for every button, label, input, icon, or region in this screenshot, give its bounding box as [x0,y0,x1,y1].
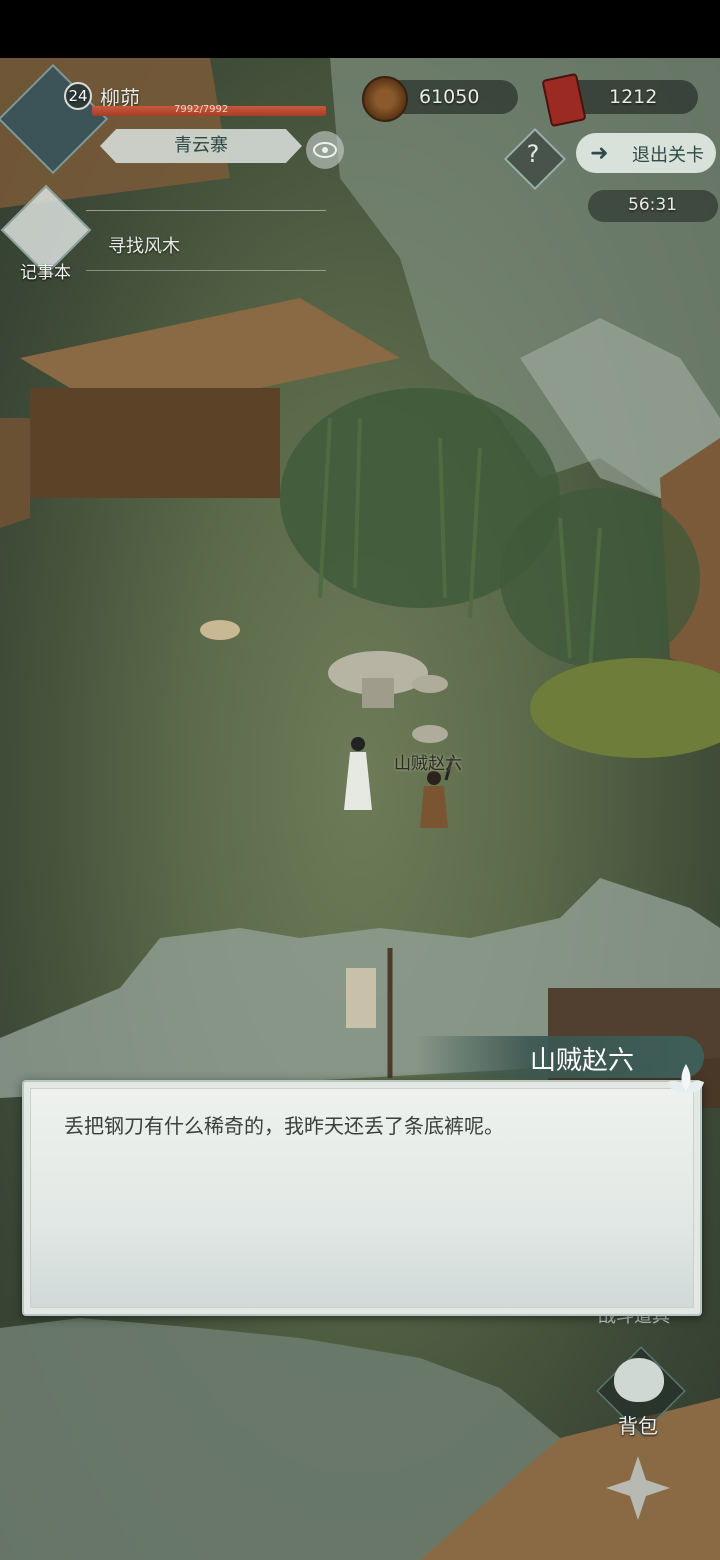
level-badge: 24 [64,82,92,110]
lotus-icon [668,1064,704,1093]
status-bar [0,0,720,58]
exit-arrow-icon[interactable]: ➜ [590,141,608,166]
quest-divider [86,270,326,271]
scene-art [0,58,720,1560]
question-icon[interactable]: ? [520,140,546,174]
quest-divider [86,210,326,211]
timer: 56:31 [628,195,677,215]
hp-text: 7992/7992 [174,104,229,115]
quest-text[interactable]: 寻找风木 [108,232,180,258]
location-button[interactable]: 青云寨 [100,129,302,163]
copper-value: 61050 [419,86,480,108]
coin-icon [362,76,408,122]
game-screen: { "player": { "level": "24", "name": "柳茆… [0,0,720,1560]
journal-label[interactable]: 记事本 [20,258,71,283]
bag-label[interactable]: 背包 [618,1410,658,1439]
star-icon[interactable] [602,1452,674,1524]
eye-icon[interactable] [306,131,344,169]
npc-name-label[interactable]: 山贼赵六 [394,749,462,774]
speaker-name: 山贼赵六 [530,1046,635,1076]
exit-level-label[interactable]: 退出关卡 [632,141,704,167]
game-map-scene[interactable] [0,58,720,1560]
bag-icon[interactable] [614,1358,664,1402]
dialogue-text: 丢把钢刀有什么稀奇的，我昨天还丢了条底裤呢。 [64,1114,504,1138]
player-sprite [344,737,372,810]
token-value: 1212 [609,86,658,108]
